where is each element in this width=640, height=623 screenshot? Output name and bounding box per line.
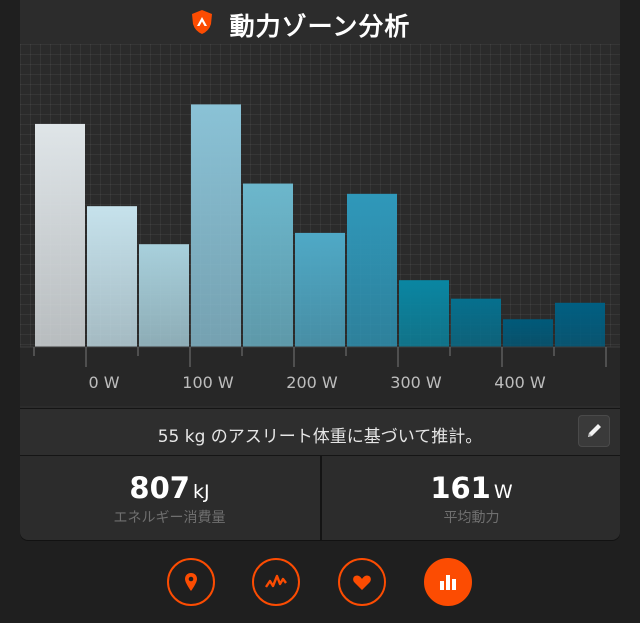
x-tick-label: 0 W [88, 373, 119, 392]
bar-8 [451, 298, 501, 347]
bar-5 [295, 232, 345, 347]
avg-power-stat: 161 W 平均動力 [320, 456, 621, 540]
bar-6 [347, 193, 397, 347]
bar-2 [139, 244, 189, 347]
energy-unit: kJ [192, 481, 210, 503]
bar-9 [503, 319, 553, 347]
power-unit: W [493, 481, 513, 503]
power-zone-chart: 0 W 100 W 200 W 300 W 400 W [20, 44, 620, 406]
bar-1 [87, 206, 137, 347]
bar-4 [243, 183, 293, 347]
energy-value: 807 [129, 471, 190, 505]
power-value: 161 [430, 471, 491, 505]
weight-estimate-text: 55 kg のアスリート体重に基づいて推計。 [157, 427, 483, 447]
x-tick-label: 300 W [390, 373, 442, 392]
nav-power-zones-button[interactable] [424, 558, 472, 606]
header: 動力ゾーン分析 [0, 0, 640, 44]
power-label: 平均動力 [443, 510, 500, 526]
energy-stat: 807 kJ エネルギー消費量 [20, 456, 319, 540]
weight-info-row: 55 kg のアスリート体重に基づいて推計。 [20, 408, 620, 456]
x-tick-label: 400 W [494, 373, 546, 392]
x-tick-label: 200 W [286, 373, 338, 392]
bar-7 [399, 280, 449, 347]
nav-heart-rate-button[interactable] [338, 558, 386, 606]
map-pin-icon [185, 573, 197, 591]
pencil-icon [588, 424, 601, 437]
nav-analysis-button[interactable] [252, 558, 300, 606]
bottom-nav [0, 555, 640, 615]
heart-icon [353, 575, 371, 590]
bar-chart-icon [440, 575, 456, 590]
nav-map-button[interactable] [167, 558, 215, 606]
bar-3 [191, 104, 241, 347]
chart-svg: 0 W 100 W 200 W 300 W 400 W [20, 104, 620, 406]
page-title: 動力ゾーン分析 [229, 12, 411, 41]
bar-10 [555, 302, 605, 347]
activity-graph-icon [265, 574, 287, 588]
stats-row: 807 kJ エネルギー消費量 161 W 平均動力 [20, 456, 620, 540]
edit-weight-button[interactable] [578, 415, 610, 447]
x-tick-label: 100 W [182, 373, 234, 392]
energy-label: エネルギー消費量 [113, 510, 226, 526]
bar-0 [35, 123, 85, 347]
